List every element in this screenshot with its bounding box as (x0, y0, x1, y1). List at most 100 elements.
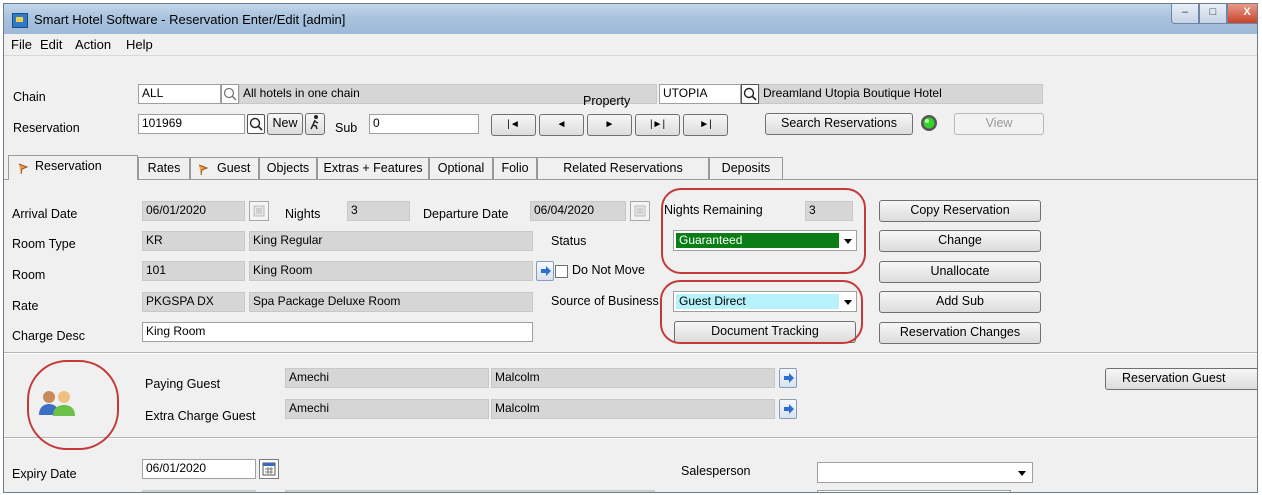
previous-record-button[interactable]: ◄ (539, 114, 584, 136)
tab-label: Reservation (35, 159, 102, 173)
next-record-button[interactable]: ► (587, 114, 632, 136)
menu-action[interactable]: Action (75, 37, 111, 52)
menu-bar: File Edit Action Help (4, 34, 1257, 56)
divider (4, 352, 1257, 354)
arrival-date-label: Arrival Date (12, 207, 78, 221)
next-row-field (142, 490, 256, 492)
chain-search-icon[interactable] (221, 84, 239, 104)
next-page-button[interactable]: |►| (635, 114, 680, 136)
tab-extras-features[interactable]: Extras + Features (317, 157, 429, 179)
flag-icon (18, 161, 29, 175)
paying-guest-first-name[interactable]: Malcolm (491, 368, 775, 388)
next-row-field (817, 490, 1011, 492)
extra-charge-guest-last-name[interactable]: Amechi (285, 399, 489, 419)
view-button[interactable]: View (954, 113, 1044, 135)
menu-file[interactable]: File (11, 37, 32, 52)
room-label: Room (12, 268, 46, 282)
tab-deposits[interactable]: Deposits (709, 157, 783, 179)
expiry-date-field[interactable]: 06/01/2020 (142, 459, 256, 479)
maximize-button[interactable]: □ (1199, 4, 1227, 24)
status-light-icon (920, 114, 938, 132)
tab-reservation[interactable]: Reservation (8, 155, 138, 180)
search-reservations-button[interactable]: Search Reservations (765, 113, 913, 135)
calendar-icon[interactable] (259, 459, 279, 479)
menu-edit[interactable]: Edit (40, 37, 62, 52)
room-type-name-field: King Regular (249, 231, 533, 251)
change-button[interactable]: Change (879, 230, 1041, 252)
window-title: Smart Hotel Software - Reservation Enter… (34, 12, 346, 27)
salesperson-label: Salesperson (681, 464, 751, 478)
nights-label: Nights (285, 207, 321, 221)
last-record-button[interactable]: ►| (683, 114, 728, 136)
nights-remaining-label: Nights Remaining (664, 203, 763, 217)
copy-reservation-button[interactable]: Copy Reservation (879, 200, 1041, 222)
close-button[interactable]: X (1227, 4, 1257, 24)
source-of-business-label: Source of Business (551, 294, 659, 308)
property-code-field[interactable]: UTOPIA (659, 84, 741, 104)
property-search-icon[interactable] (741, 84, 759, 104)
do-not-move-label: Do Not Move (572, 263, 645, 277)
status-dropdown[interactable]: Guaranteed (673, 230, 857, 251)
sub-label: Sub (335, 121, 358, 135)
departure-date-field[interactable]: 06/04/2020 (530, 201, 626, 221)
tab-rates[interactable]: Rates (138, 157, 190, 179)
rate-name-field: Spa Package Deluxe Room (249, 292, 533, 312)
room-type-code-field[interactable]: KR (142, 231, 245, 251)
app-window: Smart Hotel Software - Reservation Enter… (3, 3, 1258, 493)
next-row-field (285, 490, 655, 492)
tab-guest[interactable]: Guest (190, 157, 259, 179)
source-of-business-dropdown[interactable]: Guest Direct (673, 291, 857, 312)
status-value: Guaranteed (676, 233, 839, 248)
source-value: Guest Direct (676, 294, 839, 309)
do-not-move-checkbox[interactable] (555, 265, 568, 278)
tab-label: Guest (217, 161, 251, 175)
nights-field[interactable]: 3 (347, 201, 410, 221)
paying-guest-arrow-icon[interactable] (779, 368, 797, 388)
title-bar: Smart Hotel Software - Reservation Enter… (4, 4, 1257, 34)
chevron-down-icon (844, 239, 852, 244)
minimize-button[interactable]: – (1171, 4, 1199, 24)
divider (4, 437, 1257, 439)
guests-icon (37, 388, 77, 420)
extra-charge-guest-arrow-icon[interactable] (779, 399, 797, 419)
app-icon (12, 13, 28, 28)
paying-guest-last-name[interactable]: Amechi (285, 368, 489, 388)
tab-folio[interactable]: Folio (493, 157, 537, 179)
salesperson-dropdown[interactable] (817, 462, 1033, 483)
tab-optional[interactable]: Optional (429, 157, 493, 179)
reservation-guest-button[interactable]: Reservation Guest (1105, 368, 1257, 390)
chain-label: Chain (13, 90, 46, 104)
extra-charge-guest-label: Extra Charge Guest (145, 409, 256, 423)
walk-in-icon[interactable] (305, 113, 325, 135)
room-link-arrow-icon[interactable] (536, 261, 554, 281)
room-type-label: Room Type (12, 237, 76, 251)
chain-code-field[interactable]: ALL (138, 84, 221, 104)
chevron-down-icon (844, 300, 852, 305)
reservation-number-field[interactable]: 101969 (138, 114, 245, 134)
expiry-date-label: Expiry Date (12, 467, 77, 481)
status-label: Status (551, 234, 587, 248)
room-name-field: King Room (249, 261, 533, 281)
room-number-field[interactable]: 101 (142, 261, 245, 281)
rate-code-field[interactable]: PKGSPA DX (142, 292, 245, 312)
nights-remaining-field: 3 (805, 201, 853, 221)
menu-help[interactable]: Help (126, 37, 153, 52)
add-sub-button[interactable]: Add Sub (879, 291, 1041, 313)
charge-desc-field[interactable]: King Room (142, 322, 533, 342)
document-tracking-button[interactable]: Document Tracking (674, 321, 856, 343)
chevron-down-icon (1018, 471, 1026, 476)
sub-field[interactable]: 0 (369, 114, 479, 134)
extra-charge-guest-first-name[interactable]: Malcolm (491, 399, 775, 419)
property-name-field: Dreamland Utopia Boutique Hotel (759, 84, 1043, 104)
calendar-icon[interactable] (630, 201, 650, 221)
arrival-date-field[interactable]: 06/01/2020 (142, 201, 245, 221)
new-reservation-button[interactable]: New (267, 113, 303, 135)
calendar-icon[interactable] (249, 201, 269, 221)
reservation-changes-button[interactable]: Reservation Changes (879, 322, 1041, 344)
unallocate-button[interactable]: Unallocate (879, 261, 1041, 283)
tab-objects[interactable]: Objects (259, 157, 317, 179)
tab-related-reservations[interactable]: Related Reservations (537, 157, 709, 179)
first-record-button[interactable]: |◄ (491, 114, 536, 136)
reservation-search-icon[interactable] (247, 114, 265, 134)
reservation-label: Reservation (13, 121, 80, 135)
